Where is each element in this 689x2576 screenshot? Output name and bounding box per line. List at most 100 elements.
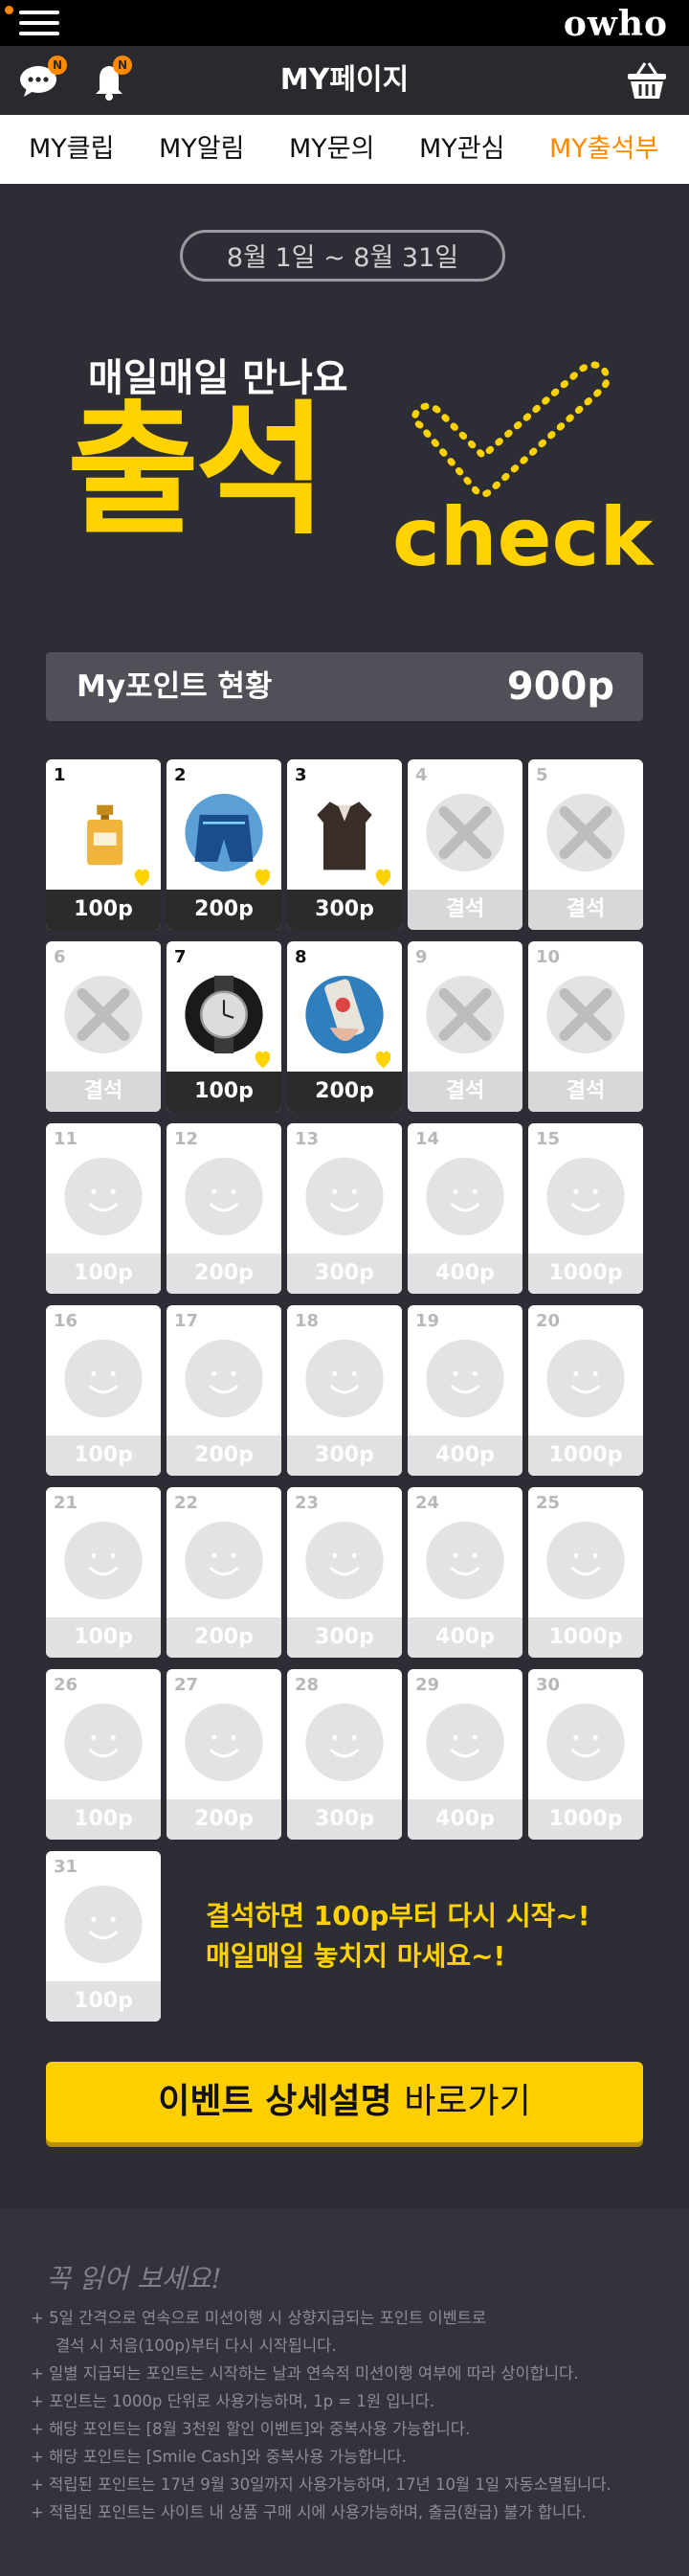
points-label: My포인트 현황 — [77, 669, 273, 704]
swim-shorts-image — [185, 793, 270, 887]
notice-list: + 5일 간격으로 연속으로 미션이행 시 상향지급되는 포인트 이벤트로 결석… — [31, 2304, 681, 2526]
absent-label: 결석 — [528, 890, 643, 930]
reward-label: 300p — [287, 1617, 402, 1658]
attendance-day-card[interactable]: 19 400p — [408, 1305, 522, 1476]
points-status-bar: My포인트 현황 900p — [46, 652, 643, 721]
reward-label: 1000p — [528, 1617, 643, 1658]
attendance-day-card[interactable]: 6 결석 — [46, 941, 161, 1112]
attendance-day-card[interactable]: 13 300p — [287, 1123, 402, 1294]
attendance-day-card[interactable]: 7 100p — [167, 941, 281, 1112]
attendance-day-card[interactable]: 27 200p — [167, 1669, 281, 1840]
message-line-2: 매일매일 놓치지 마세요~! — [206, 1940, 506, 1972]
wristwatch-image — [185, 975, 270, 1069]
attendance-day-card[interactable]: 9 결석 — [408, 941, 522, 1112]
notice-item: + 해당 포인트는 [Smile Cash]와 중복사용 가능합니다. — [31, 2448, 407, 2466]
tab-my-inquiries[interactable]: MY문의 — [289, 115, 374, 184]
event-period: 8월 1일 ~ 8월 31일 — [180, 230, 505, 282]
notice-item: + 해당 포인트는 [8월 3천원 할인 이벤트]와 중복사용 가능합니다. — [31, 2420, 471, 2438]
reward-label: 100p — [46, 890, 161, 930]
reward-label: 400p — [408, 1799, 522, 1840]
attendance-day-card[interactable]: 3 300p — [287, 759, 402, 930]
smiley-placeholder-icon — [64, 1339, 143, 1418]
absent-x-icon — [64, 975, 143, 1054]
brand-logo[interactable]: owho — [564, 4, 668, 44]
reward-label: 300p — [287, 1435, 402, 1476]
smiley-placeholder-icon — [546, 1339, 625, 1418]
shopping-basket-icon[interactable] — [624, 57, 670, 103]
attendance-day-card[interactable]: 16 100p — [46, 1305, 161, 1476]
attendance-day-card[interactable]: 28 300p — [287, 1669, 402, 1840]
phone-case-image — [305, 975, 390, 1069]
smiley-placeholder-icon — [305, 1703, 384, 1782]
absent-x-icon — [546, 975, 625, 1054]
tab-my-interests[interactable]: MY관심 — [419, 115, 504, 184]
smiley-placeholder-icon — [185, 1703, 263, 1782]
reward-label: 300p — [287, 1254, 402, 1294]
message-line-1: 결석하면 100p부터 다시 시작~! — [206, 1900, 590, 1932]
event-detail-button-label: 이벤트 상세설명 — [158, 2082, 392, 2121]
reward-label: 400p — [408, 1254, 522, 1294]
attendance-day-card[interactable]: 29 400p — [408, 1669, 522, 1840]
attendance-day-card[interactable]: 31 100p — [46, 1851, 161, 2022]
smiley-placeholder-icon — [546, 1157, 625, 1236]
top-bar: owho — [0, 0, 689, 46]
smiley-placeholder-icon — [426, 1339, 504, 1418]
attendance-day-card[interactable]: 11 100p — [46, 1123, 161, 1294]
attendance-day-card[interactable]: 18 300p — [287, 1305, 402, 1476]
attendance-day-card[interactable]: 17 200p — [167, 1305, 281, 1476]
page-header: N N MY페이지 — [0, 46, 689, 115]
attendance-day-card[interactable]: 24 400p — [408, 1487, 522, 1658]
smiley-placeholder-icon — [426, 1703, 504, 1782]
notice-section: 꼭 읽어 보세요! + 5일 간격으로 연속으로 미션이행 시 상향지급되는 포… — [0, 2208, 689, 2576]
smiley-placeholder-icon — [546, 1703, 625, 1782]
reward-label: 200p — [167, 1254, 281, 1294]
tab-my-clip[interactable]: MY클립 — [29, 115, 114, 184]
attendance-day-card[interactable]: 21 100p — [46, 1487, 161, 1658]
mypage-tabs: MY클립 MY알림 MY문의 MY관심 MY출석부 — [0, 115, 689, 184]
smiley-placeholder-icon — [426, 1521, 504, 1600]
reward-label: 300p — [287, 890, 402, 930]
smiley-placeholder-icon — [305, 1521, 384, 1600]
event-detail-button[interactable]: 이벤트 상세설명 바로가기 — [46, 2062, 643, 2142]
absence-warning-message: 결석하면 100p부터 다시 시작~! 매일매일 놓치지 마세요~! — [206, 1896, 590, 1977]
absent-label: 결석 — [408, 890, 522, 930]
attendance-day-card[interactable]: 12 200p — [167, 1123, 281, 1294]
attendance-day-card[interactable]: 20 1000p — [528, 1305, 643, 1476]
reward-label: 300p — [287, 1799, 402, 1840]
attendance-day-card[interactable]: 4 결석 — [408, 759, 522, 930]
attendance-day-card[interactable]: 14 400p — [408, 1123, 522, 1294]
notice-title: 꼭 읽어 보세요! — [46, 2263, 222, 2294]
smiley-placeholder-icon — [305, 1157, 384, 1236]
tab-my-notifications[interactable]: MY알림 — [159, 115, 244, 184]
attendance-day-card[interactable]: 30 1000p — [528, 1669, 643, 1840]
reward-label: 100p — [167, 1072, 281, 1112]
reward-label: 200p — [167, 1435, 281, 1476]
attendance-day-card[interactable]: 10 결석 — [528, 941, 643, 1112]
attendance-day-card[interactable]: 23 300p — [287, 1487, 402, 1658]
notification-dot — [5, 6, 13, 14]
reward-label: 100p — [46, 1435, 161, 1476]
attendance-day-card[interactable]: 22 200p — [167, 1487, 281, 1658]
notice-item: + 적립된 포인트는 17년 9월 30일까지 사용가능하며, 17년 10월 … — [31, 2475, 611, 2494]
absent-x-icon — [426, 793, 504, 872]
reward-label: 1000p — [528, 1799, 643, 1840]
attendance-day-card[interactable]: 2 200p — [167, 759, 281, 930]
smiley-placeholder-icon — [426, 1157, 504, 1236]
reward-label: 1000p — [528, 1254, 643, 1294]
notice-item: + 일별 지급되는 포인트는 시작하는 날과 연속적 미션이행 여부에 따라 상… — [31, 2364, 579, 2383]
black-blouse-image — [317, 802, 390, 887]
reward-label: 1000p — [528, 1435, 643, 1476]
attendance-day-card[interactable]: 25 1000p — [528, 1487, 643, 1658]
points-value: 900p — [506, 665, 614, 709]
attendance-day-card[interactable]: 15 1000p — [528, 1123, 643, 1294]
tab-my-attendance[interactable]: MY출석부 — [549, 115, 658, 184]
absent-x-icon — [546, 793, 625, 872]
absent-label: 결석 — [46, 1072, 161, 1112]
attendance-day-card[interactable]: 8 200p — [287, 941, 402, 1112]
smiley-placeholder-icon — [64, 1885, 143, 1964]
attendance-day-card[interactable]: 1 100p — [46, 759, 161, 930]
attendance-day-card[interactable]: 26 100p — [46, 1669, 161, 1840]
reward-label: 200p — [167, 1617, 281, 1658]
hamburger-menu-icon[interactable] — [19, 8, 59, 38]
attendance-day-card[interactable]: 5 결석 — [528, 759, 643, 930]
